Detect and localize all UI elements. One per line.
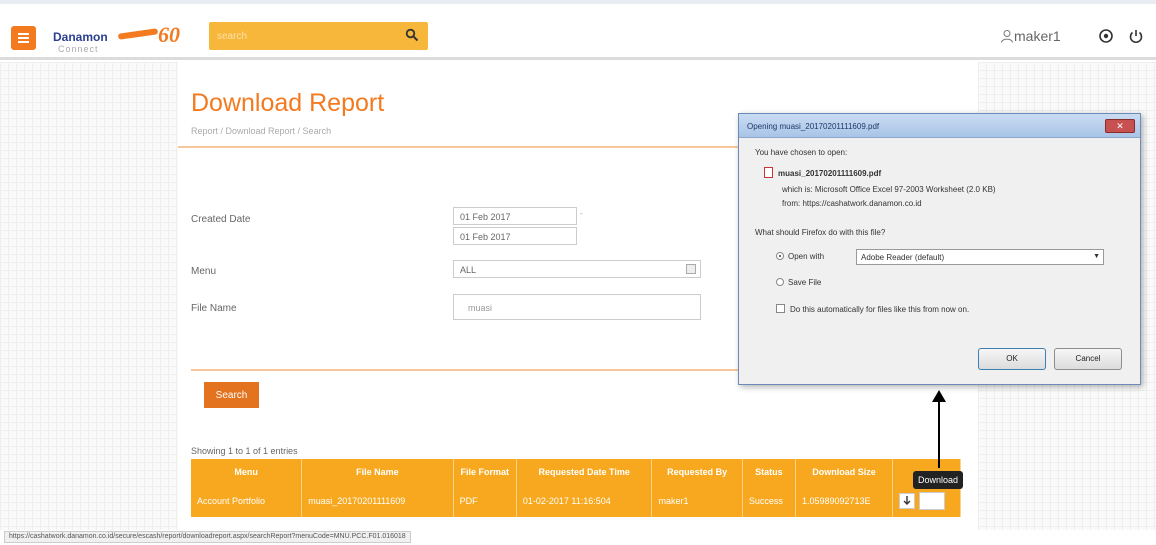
global-search — [209, 22, 428, 50]
close-icon[interactable]: ✕ — [1105, 119, 1135, 133]
divider — [178, 146, 738, 148]
cell-requested-by: maker1 — [651, 485, 743, 517]
column-header[interactable]: Menu — [191, 459, 303, 485]
download-icon[interactable] — [899, 493, 916, 509]
created-date-label: Created Date — [191, 214, 251, 225]
cell-requested-date: 01-02-2017 11:16:504 — [516, 485, 653, 517]
date-from-field[interactable]: 01 Feb 2017 — [453, 207, 577, 225]
power-icon[interactable] — [1128, 28, 1144, 44]
background-pattern-left — [0, 62, 178, 530]
search-input[interactable] — [217, 27, 397, 45]
logo-anniversary: 60 — [158, 22, 180, 47]
browser-status-url: https://cashatwork.danamon.co.id/secure/… — [4, 531, 411, 543]
settings-icon[interactable] — [1098, 28, 1114, 44]
pdf-icon — [764, 167, 773, 178]
logo-swoosh — [117, 28, 159, 40]
action-button[interactable] — [919, 492, 946, 510]
danamon-logo: Danamon Connect 60 — [50, 20, 180, 56]
search-icon[interactable] — [405, 28, 419, 42]
open-with-select[interactable]: Adobe Reader (default) ▼ — [856, 249, 1104, 265]
cell-actions — [892, 485, 961, 517]
logo-text: Danamon — [53, 30, 108, 44]
column-header[interactable]: Status — [742, 459, 796, 485]
table-header-row: Menu File Name File Format Requested Dat… — [191, 459, 961, 485]
open-with-value: Adobe Reader (default) — [861, 253, 945, 262]
column-header[interactable]: File Format — [453, 459, 517, 485]
dialog-title: Opening muasi_20170201111609.pdf — [747, 122, 880, 131]
user-menu[interactable]: maker1 — [1000, 28, 1061, 44]
logo-subtext: Connect — [58, 44, 99, 54]
cancel-button[interactable]: Cancel — [1054, 348, 1122, 370]
annotation-arrow-line — [938, 398, 940, 468]
checkbox-icon — [776, 304, 785, 313]
dialog-file-name: muasi_20170201111609.pdf — [778, 169, 882, 178]
dialog-title-bar: Opening muasi_20170201111609.pdf ✕ — [739, 114, 1140, 138]
top-bar: Danamon Connect 60 maker1 — [0, 0, 1156, 60]
dialog-chosen-text: You have chosen to open: — [755, 148, 848, 157]
ok-button[interactable]: OK — [978, 348, 1046, 370]
cell-file-name: muasi_20170201111609 — [301, 485, 454, 517]
auto-label: Do this automatically for files like thi… — [790, 305, 970, 314]
menu-label: Menu — [191, 266, 217, 277]
column-header[interactable]: Requested By — [651, 459, 743, 485]
breadcrumb: Report / Download Report / Search — [191, 126, 332, 136]
user-icon — [1001, 30, 1013, 43]
showing-entries: Showing 1 to 1 of 1 entries — [191, 446, 298, 456]
save-file-radio[interactable]: Save File — [776, 278, 821, 287]
column-header[interactable]: Requested Date Time — [516, 459, 653, 485]
radio-icon — [776, 252, 784, 260]
menu-select[interactable]: ALL — [453, 260, 701, 278]
save-file-label: Save File — [788, 278, 822, 287]
table-row: Account Portfolio muasi_20170201111609 P… — [191, 485, 961, 517]
radio-icon — [776, 278, 784, 286]
cell-status: Success — [742, 485, 796, 517]
date-to-field[interactable]: 01 Feb 2017 — [453, 227, 577, 245]
hamburger-menu-icon[interactable] — [11, 26, 36, 50]
file-name-label: File Name — [191, 303, 237, 314]
cell-menu: Account Portfolio — [191, 485, 303, 517]
open-with-radio[interactable]: Open with — [776, 252, 824, 261]
auto-checkbox[interactable]: Do this automatically for files like thi… — [776, 304, 969, 314]
dialog-which-is: which is: Microsoft Office Excel 97-2003… — [782, 185, 996, 194]
column-header[interactable]: File Name — [301, 459, 454, 485]
dialog-question: What should Firefox do with this file? — [755, 228, 886, 237]
download-tooltip: Download — [913, 471, 964, 489]
date-separator: - — [580, 209, 583, 218]
cell-file-format: PDF — [453, 485, 517, 517]
dialog-from: from: https://cashatwork.danamon.co.id — [782, 199, 922, 208]
column-header[interactable]: Download Size — [795, 459, 894, 485]
menu-select-value: ALL — [460, 265, 477, 275]
open-with-label: Open with — [788, 252, 825, 261]
cell-download-size: 1.05989092713E — [795, 485, 894, 517]
results-table: Menu File Name File Format Requested Dat… — [191, 459, 961, 517]
file-name-input[interactable]: muasi — [453, 294, 701, 320]
search-button[interactable]: Search — [204, 382, 259, 408]
chevron-down-icon: ▼ — [1093, 253, 1100, 260]
page-title: Download Report — [191, 89, 385, 117]
user-name: maker1 — [1014, 28, 1061, 44]
divider — [191, 369, 738, 371]
dialog-file: muasi_20170201111609.pdf — [764, 167, 881, 178]
chevron-down-icon — [686, 264, 696, 274]
